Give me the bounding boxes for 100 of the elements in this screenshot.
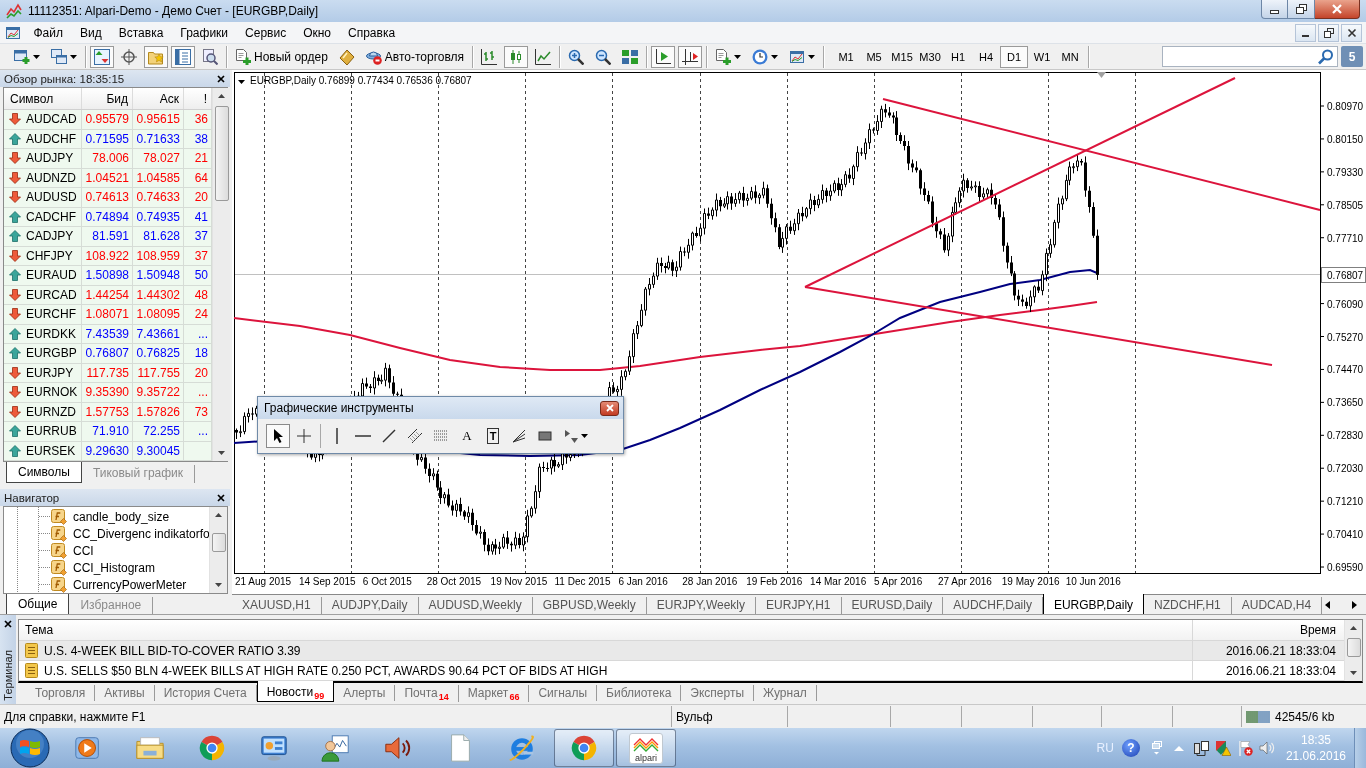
minimize-button[interactable] [1295, 23, 1316, 42]
column-header[interactable]: Тема [25, 623, 54, 637]
restore-button[interactable] [1288, 0, 1315, 19]
flag-cross-icon[interactable] [1236, 740, 1253, 756]
scrollbar[interactable] [212, 88, 230, 461]
search-field[interactable] [1162, 46, 1338, 67]
news-row[interactable]: U.S. SELLS $50 BLN 4-WEEK BILLS AT HIGH RATE 0.250 PCT, AWARDS 90.64 PCT OF BIDS AT HIGH 2016.06.21 18:33:04 [19, 661, 1344, 681]
tree-item[interactable]: CCI [73, 543, 94, 558]
date-label: 21 Aug 2015 [235, 576, 292, 587]
quote-row[interactable]: AUDCHF 0.71595 0.71633 38 [4, 129, 212, 149]
current-price-label: 0.76807 [1321, 267, 1366, 283]
quote-row[interactable]: AUDCAD 0.95579 0.95615 36 [4, 110, 212, 130]
period-button[interactable]: D1 [1000, 45, 1029, 68]
panel-tab[interactable]: Символы [6, 462, 82, 483]
quote-row[interactable]: EURGBP 0.76807 0.76825 18 [4, 344, 212, 364]
quote-row[interactable]: EURAUD 1.50898 1.50948 50 [4, 266, 212, 286]
period-button[interactable]: M30 [916, 45, 945, 68]
terminal-tab[interactable]: Новости$_{99}$ [256, 681, 335, 702]
quote-row[interactable]: CADCHF 0.74894 0.74935 41 [4, 207, 212, 227]
minimize-button[interactable] [1261, 0, 1288, 19]
quote-row[interactable]: EURCAD 1.44254 1.44302 48 [4, 285, 212, 305]
search-icon[interactable] [1318, 48, 1334, 65]
terminal-tab[interactable]: Торговля [26, 685, 96, 701]
quote-row[interactable]: CHFJPY 108.922 108.959 37 [4, 246, 212, 266]
column-header[interactable]: Бид [82, 88, 133, 109]
text-button[interactable]: A [455, 424, 479, 448]
candlestick-chart-button[interactable] [504, 45, 529, 68]
chart-window-icon[interactable] [5, 24, 21, 41]
terminal-tab[interactable]: Сигналы [529, 685, 598, 701]
quote-row[interactable]: AUDUSD 0.74613 0.74633 20 [4, 188, 212, 208]
trend-line[interactable] [882, 98, 1321, 211]
terminal-tab[interactable]: Активы [95, 685, 155, 701]
menu-item[interactable]: Вид [71, 22, 111, 43]
trend-line[interactable] [804, 77, 1236, 288]
terminal-tab[interactable]: История Счета [154, 685, 257, 701]
quote-row[interactable]: EURRUB 71.910 72.255 ... [4, 422, 212, 442]
network-icon[interactable] [1192, 740, 1209, 756]
down-triangle-icon[interactable] [238, 80, 245, 84]
text-label-button[interactable]: T [481, 424, 505, 448]
chart-shift-button[interactable] [678, 45, 703, 68]
taskbar-app-button[interactable] [554, 729, 614, 767]
bid-price: 1.50898 [85, 268, 129, 283]
tree-item[interactable]: candle_body_size [73, 509, 170, 524]
cursor-button[interactable] [266, 424, 290, 448]
quote-row[interactable]: AUDNZD 1.04521 1.04585 64 [4, 168, 212, 188]
news-row[interactable]: U.S. 4-WEEK BILL BID-TO-COVER RATIO 3.39 2016.06.21 18:33:04 [19, 641, 1344, 661]
column-header[interactable]: Символ [4, 88, 82, 109]
restore-button[interactable] [1318, 23, 1339, 42]
speaker-icon[interactable] [1258, 740, 1275, 756]
navigator-button[interactable] [144, 45, 168, 68]
column-header[interactable]: Время [1299, 623, 1336, 637]
terminal-tab[interactable]: Почта$_{14}$ [395, 685, 459, 702]
scrollbar[interactable] [209, 507, 227, 593]
menu-item[interactable]: Вставка [110, 22, 172, 43]
period-button[interactable]: W1 [1028, 45, 1057, 68]
column-header[interactable]: Аск [133, 88, 184, 109]
close-icon [217, 493, 225, 502]
terminal-tab[interactable]: Алерты [334, 685, 396, 701]
tree-item[interactable]: CurrencyPowerMeter [73, 577, 187, 592]
terminal-tab[interactable]: Библиотека [597, 685, 682, 701]
menu-item[interactable]: Файл [25, 22, 72, 43]
menu-item[interactable]: Окно [294, 22, 340, 43]
quote-row[interactable]: EURNZD 1.57753 1.57826 73 [4, 402, 212, 422]
panel-tab[interactable]: Общие [6, 594, 70, 615]
period-button[interactable]: H4 [972, 45, 1001, 68]
auto-trading-button[interactable]: Авто-торговля [361, 45, 469, 68]
menu-item[interactable]: Графики [171, 22, 237, 43]
scrollbar-thumb[interactable] [1346, 638, 1361, 657]
auto-scroll-button[interactable] [651, 45, 676, 68]
quote-row[interactable]: CADJPY 81.591 81.628 37 [4, 227, 212, 247]
terminal-tab[interactable]: Маркет$_{66}$ [458, 685, 530, 702]
close-button[interactable] [1315, 0, 1360, 19]
terminal-tab[interactable]: Эксперты [681, 685, 755, 701]
quote-row[interactable]: EURNOK 9.35390 9.35722 ... [4, 383, 212, 403]
menu-item[interactable]: Сервис [236, 22, 295, 43]
period-button[interactable]: M15 [888, 45, 917, 68]
terminal-button[interactable] [171, 45, 195, 68]
close-button[interactable] [600, 400, 619, 416]
shield-warning-icon[interactable] [1214, 740, 1231, 756]
taskbar-app-button[interactable]: alpari [616, 729, 676, 767]
quote-row[interactable]: AUDJPY 78.006 78.027 21 [4, 149, 212, 169]
close-button[interactable] [1341, 23, 1362, 42]
quote-row[interactable]: EURSEK 9.29630 9.30045 [4, 441, 212, 461]
scrollbar[interactable] [1344, 620, 1362, 681]
menu-item[interactable]: Справка [339, 22, 404, 43]
tree-item[interactable]: CC_Divergenc indikatorfo [73, 526, 209, 541]
period-button[interactable]: M1 [832, 45, 861, 68]
period-button[interactable]: H1 [944, 45, 973, 68]
quote-row[interactable]: EURCHF 1.08071 1.08095 24 [4, 305, 212, 325]
quote-row[interactable]: EURJPY 117.735 117.755 20 [4, 363, 212, 383]
start-orb-icon[interactable] [10, 728, 50, 768]
scrollbar-thumb[interactable] [214, 106, 229, 201]
tree-item[interactable]: CCI_Histogram [73, 560, 156, 575]
new-order-button[interactable]: Новый ордер [231, 45, 332, 68]
market-watch-button[interactable] [90, 45, 114, 68]
period-button[interactable]: M5 [860, 45, 889, 68]
quote-row[interactable]: EURDKK 7.43539 7.43661 ... [4, 324, 212, 344]
scrollbar-thumb[interactable] [211, 533, 226, 552]
period-button[interactable]: MN [1056, 45, 1085, 68]
terminal-tab[interactable]: Журнал [754, 685, 817, 701]
